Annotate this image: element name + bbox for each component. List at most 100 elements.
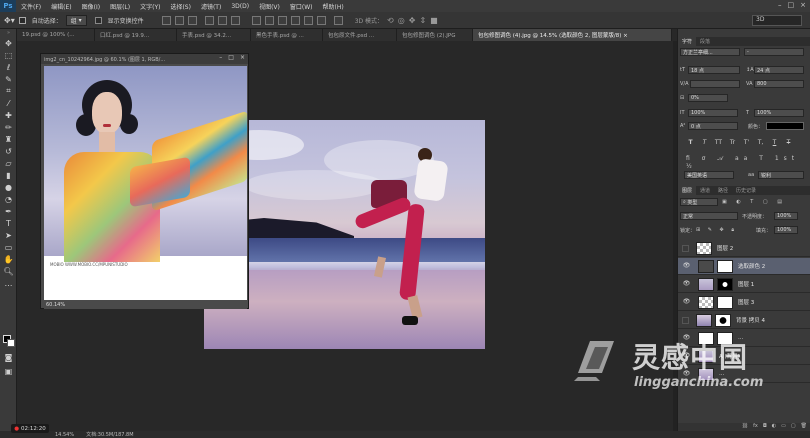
type-tool-icon[interactable]: T bbox=[0, 217, 17, 229]
pen-tool-icon[interactable]: ✒ bbox=[0, 205, 17, 217]
layer-row-selected[interactable]: 👁︎ 选取颜色 2 bbox=[678, 258, 810, 275]
kerning-field[interactable] bbox=[690, 80, 740, 88]
menu-3d[interactable]: 3D(D) bbox=[226, 3, 254, 10]
shape-tool-icon[interactable]: ▭ bbox=[0, 241, 17, 253]
minimize-icon[interactable]: – bbox=[219, 54, 222, 61]
document-tab[interactable]: 口红.psd @ 19.9... bbox=[95, 29, 177, 41]
menu-filter[interactable]: 滤镜(T) bbox=[196, 2, 226, 11]
opentype-icons[interactable]: ﬁ σ 𝒜 aa T 1st ½ bbox=[686, 155, 810, 170]
tab-channels[interactable]: 通道 bbox=[696, 186, 714, 195]
layer-name[interactable]: 图层 3 bbox=[738, 298, 754, 306]
menu-layer[interactable]: 图层(L) bbox=[105, 2, 135, 11]
menu-image[interactable]: 图像(I) bbox=[77, 2, 105, 11]
distribute-hcenter-icon[interactable] bbox=[303, 15, 313, 25]
align-left-icon[interactable] bbox=[204, 15, 214, 25]
menu-edit[interactable]: 编辑(E) bbox=[46, 2, 76, 11]
strikethrough-button[interactable]: T bbox=[784, 139, 793, 147]
new-layer-icon[interactable]: ▢ bbox=[791, 423, 796, 431]
align-top-icon[interactable] bbox=[161, 15, 171, 25]
document-tab[interactable]: 黑色手表.psd @ ... bbox=[251, 29, 323, 41]
document-tab[interactable]: 手表.psd @ 34.2... bbox=[177, 29, 251, 41]
eye-icon[interactable]: 👁︎ bbox=[682, 280, 691, 289]
layer-filter-icons[interactable]: ▣ ◐ T ▢ ▤ bbox=[722, 199, 786, 205]
auto-select-checkbox[interactable] bbox=[18, 16, 26, 24]
lock-icons[interactable]: ⊞ ✎ ✥ 🔒︎ bbox=[696, 227, 737, 233]
close-icon[interactable]: × bbox=[240, 54, 245, 61]
document-tab[interactable]: 包包原文件.psd ... bbox=[323, 29, 397, 41]
small-caps-button[interactable]: Tr bbox=[728, 139, 737, 147]
align-hcenter-icon[interactable] bbox=[217, 15, 227, 25]
layer-mask-thumbnail[interactable] bbox=[715, 313, 731, 327]
hand-tool-icon[interactable]: ✋ bbox=[0, 253, 17, 265]
tab-layers[interactable]: 图层 bbox=[678, 186, 697, 195]
menu-file[interactable]: 文件(F) bbox=[16, 2, 46, 11]
layer-name[interactable]: 图层 1 bbox=[738, 280, 754, 288]
distribute-top-icon[interactable] bbox=[251, 15, 261, 25]
superscript-button[interactable]: T' bbox=[742, 139, 751, 147]
layer-row[interactable]: 👁︎ ... bbox=[678, 366, 810, 383]
visibility-toggle-icon[interactable] bbox=[682, 316, 689, 324]
menu-window[interactable]: 窗口(W) bbox=[285, 2, 318, 11]
lasso-tool-icon[interactable]: ℓ bbox=[0, 61, 17, 73]
quick-select-tool-icon[interactable]: ✎ bbox=[0, 73, 17, 85]
layer-name[interactable]: ... bbox=[738, 335, 743, 341]
close-icon[interactable]: × bbox=[800, 1, 806, 9]
zoom-tool-icon[interactable]: 🔍︎ bbox=[0, 265, 17, 277]
distribute-right-icon[interactable] bbox=[316, 15, 326, 25]
layer-row[interactable]: 图层 2 bbox=[678, 240, 810, 257]
portrait-photo[interactable]: MOBIO WWW.MOBIO.CC/MPUNISTUDIO bbox=[44, 66, 247, 301]
add-mask-icon[interactable]: ◘ bbox=[763, 423, 767, 431]
more-tools-icon[interactable]: … bbox=[0, 277, 17, 289]
3d-slide-icon[interactable]: ⇕ bbox=[419, 16, 426, 25]
eye-icon[interactable]: 👁︎ bbox=[682, 298, 691, 307]
distribute-left-icon[interactable] bbox=[290, 15, 300, 25]
document-tab[interactable]: 19.psd @ 100% (... bbox=[17, 29, 95, 41]
eye-icon[interactable]: 👁︎ bbox=[682, 334, 691, 343]
eraser-tool-icon[interactable]: ▱ bbox=[0, 157, 17, 169]
language-select[interactable]: 美国英语 bbox=[684, 171, 734, 179]
menu-select[interactable]: 选择(S) bbox=[165, 2, 196, 11]
status-zoom[interactable]: 14.54% bbox=[55, 432, 74, 438]
text-color-swatch[interactable] bbox=[766, 122, 804, 130]
floating-window-title[interactable]: img2_cn_10242964.jpg @ 60.1% (图层 1, RGB/… bbox=[41, 54, 248, 64]
auto-align-icon[interactable] bbox=[333, 15, 343, 25]
clone-stamp-tool-icon[interactable]: ♜ bbox=[0, 133, 17, 145]
layer-row[interactable]: 👁︎ A (背景) bbox=[678, 348, 810, 365]
font-family-select[interactable]: 方正兰亭细... bbox=[680, 48, 740, 56]
floating-window-zoom[interactable]: 60.14% bbox=[46, 302, 65, 308]
layer-kind-filter[interactable]: ⌕ 类型 bbox=[680, 198, 718, 206]
layer-mask-thumbnail[interactable] bbox=[717, 259, 733, 273]
quick-mask-icon[interactable]: ◙ bbox=[0, 351, 17, 363]
3d-scale-icon[interactable]: ■ bbox=[430, 16, 438, 25]
healing-tool-icon[interactable]: ✚ bbox=[0, 109, 17, 121]
crop-tool-icon[interactable]: ⌗ bbox=[0, 85, 17, 97]
auto-select-dropdown[interactable]: 组 ▾ bbox=[65, 14, 87, 26]
layer-name[interactable]: A (背景) bbox=[719, 352, 740, 360]
font-style-select[interactable]: - bbox=[744, 48, 804, 56]
layer-mask-thumbnail[interactable] bbox=[717, 331, 733, 345]
tab-paragraph[interactable]: 段落 bbox=[696, 37, 714, 46]
distribute-bottom-icon[interactable] bbox=[277, 15, 287, 25]
floating-document-window[interactable]: img2_cn_10242964.jpg @ 60.1% (图层 1, RGB/… bbox=[40, 53, 249, 309]
show-transform-checkbox[interactable] bbox=[94, 16, 102, 24]
tracking-field[interactable]: 800 bbox=[754, 80, 804, 88]
eyedropper-tool-icon[interactable]: ⁄ bbox=[0, 97, 17, 109]
layer-name[interactable]: 选取颜色 2 bbox=[738, 262, 765, 270]
baseline-shift-field[interactable]: 0 点 bbox=[688, 122, 738, 130]
layer-row[interactable]: 👁︎ 图层 1 bbox=[678, 276, 810, 293]
layer-style-icon[interactable]: fx bbox=[753, 423, 758, 431]
background-color-swatch[interactable] bbox=[7, 339, 15, 347]
path-select-tool-icon[interactable]: ➤ bbox=[0, 229, 17, 241]
workspace-select[interactable]: 3D bbox=[752, 15, 802, 26]
underline-button[interactable]: T bbox=[770, 139, 779, 147]
align-vcenter-icon[interactable] bbox=[174, 15, 184, 25]
faux-italic-button[interactable]: T bbox=[700, 139, 709, 147]
subscript-button[interactable]: T, bbox=[756, 139, 765, 147]
font-size-field[interactable]: 18 点 bbox=[688, 66, 740, 74]
anti-alias-select[interactable]: 锐利 bbox=[758, 171, 804, 179]
gradient-tool-icon[interactable]: ▮ bbox=[0, 169, 17, 181]
new-group-icon[interactable]: ▭ bbox=[781, 423, 786, 431]
minimize-icon[interactable]: – bbox=[778, 1, 782, 9]
3d-roll-icon[interactable]: ◎ bbox=[398, 16, 405, 25]
move-tool-icon[interactable]: ✥ bbox=[0, 37, 17, 49]
